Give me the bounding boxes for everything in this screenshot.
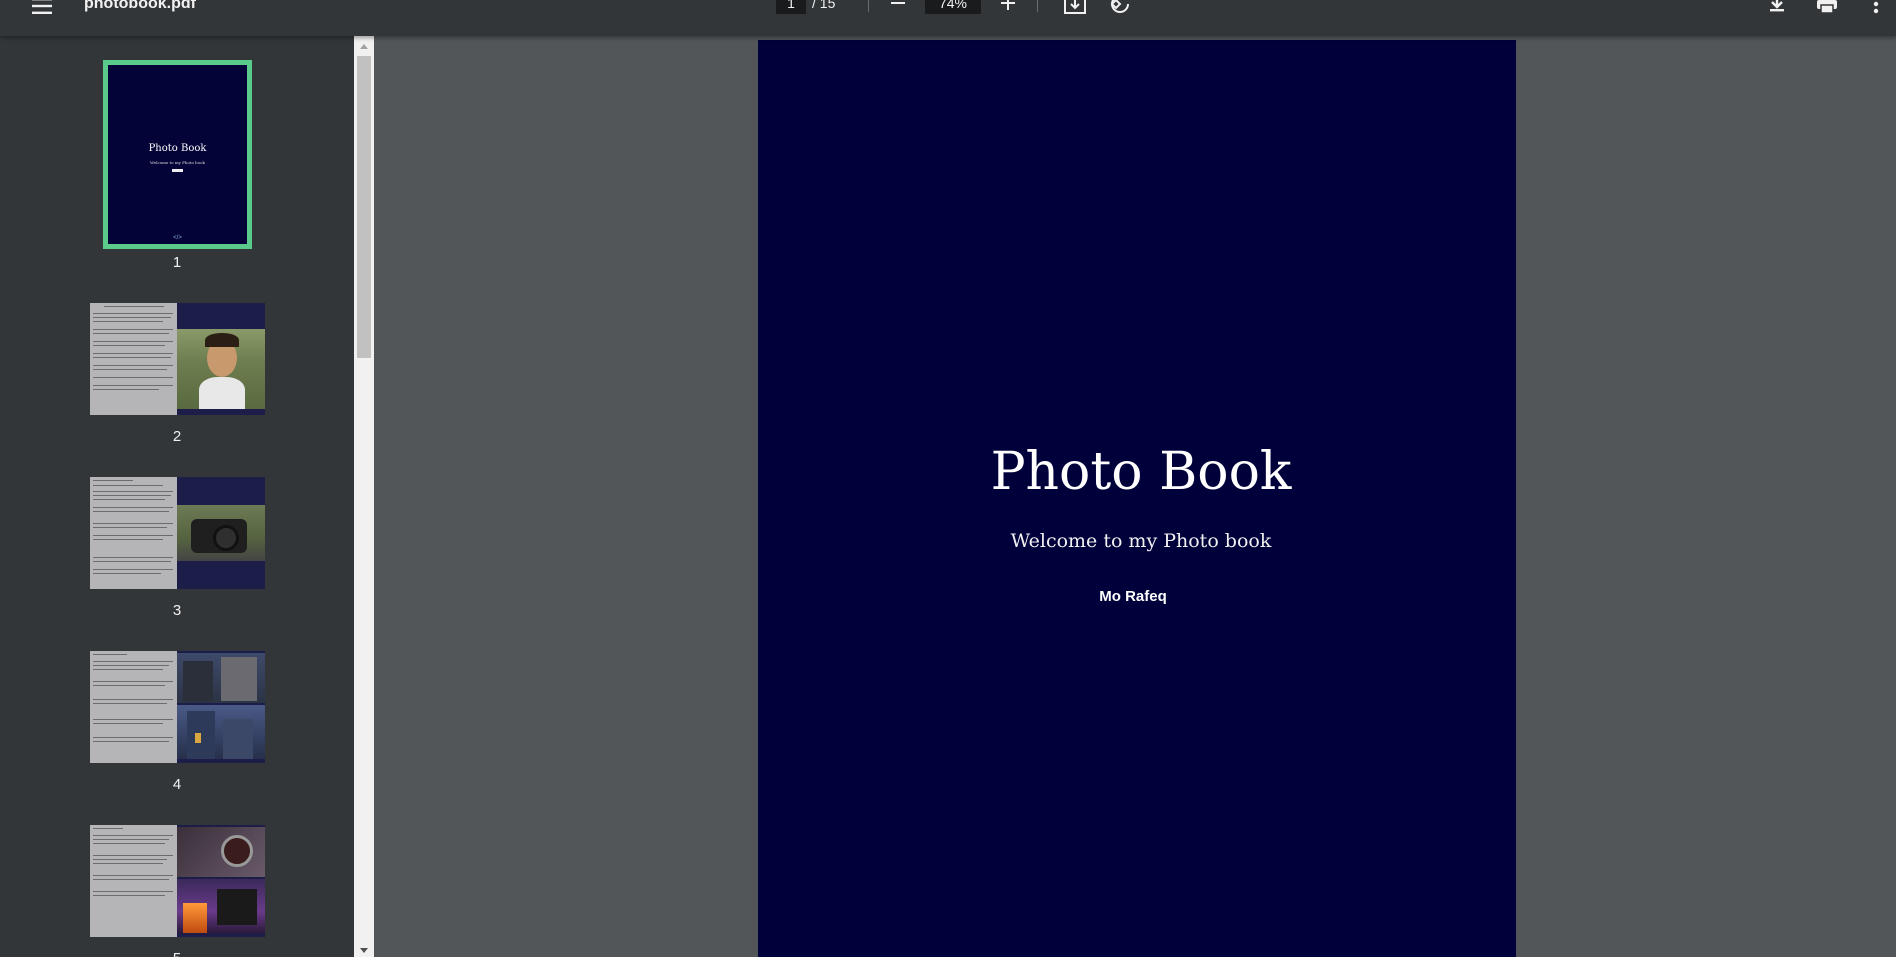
document-title: photobook.pdf (84, 0, 196, 12)
download-icon (1770, 0, 1784, 12)
menu-icon[interactable] (24, 0, 60, 18)
thumbnail-page-2[interactable] (90, 303, 265, 415)
thumbnail-text-column (90, 477, 177, 589)
download-button[interactable] (1762, 0, 1792, 16)
pdf-page-1: Photo Book Welcome to my Photo book Mo R… (758, 40, 1516, 957)
thumbnail-page-number: 2 (172, 428, 182, 445)
thumbnail-page-4[interactable] (90, 651, 265, 763)
more-vert-icon (1873, 1, 1879, 14)
scrollbar-thumb[interactable] (357, 56, 371, 358)
fit-to-page-button[interactable] (1060, 0, 1090, 16)
thumbnail-title: Photo Book (148, 143, 207, 154)
thumbnail-text-column (90, 651, 177, 763)
more-options-button[interactable] (1864, 0, 1888, 16)
thumbnail-page-number: 3 (172, 602, 182, 619)
scroll-up-arrow-icon[interactable] (354, 40, 374, 52)
thumbnail-subtitle: Welcome to my Photo book (150, 160, 205, 165)
camera-photo (177, 505, 265, 561)
zoom-in-button[interactable] (994, 0, 1022, 14)
thumbnail-sidebar: Photo Book Welcome to my Photo book </> … (0, 36, 354, 957)
thumbnail-page-number: 5 (0, 950, 354, 957)
pdf-toolbar: photobook.pdf 1 / 15 74% (0, 0, 1896, 36)
sidebar-scrollbar[interactable] (354, 36, 374, 957)
page-number-input[interactable]: 1 (776, 0, 806, 14)
thumbnail-page-number: 4 (172, 776, 182, 793)
thumbnail-page-5[interactable] (90, 825, 265, 937)
cover-title: Photo Book (990, 442, 1292, 502)
print-button[interactable] (1812, 0, 1842, 16)
rotate-button[interactable] (1106, 0, 1134, 16)
thumbnail-text-column (90, 825, 177, 937)
plus-icon (1001, 0, 1015, 10)
cover-subtitle: Welcome to my Photo book (1010, 530, 1272, 552)
scroll-down-arrow-icon[interactable] (354, 943, 374, 957)
minus-icon (891, 2, 905, 4)
print-icon (1817, 0, 1837, 14)
thumbnail-code-mark: </> (173, 235, 182, 241)
toolbar-divider (1037, 0, 1038, 12)
toolbar-divider (868, 0, 869, 12)
building-photo-bottom (177, 705, 265, 759)
thumbnail-page-1-selected[interactable]: Photo Book Welcome to my Photo book </> (103, 60, 252, 249)
rotate-icon (1110, 0, 1129, 13)
coffee-photo (177, 827, 265, 877)
page-total: / 15 (812, 0, 836, 11)
fit-page-icon (1064, 0, 1086, 14)
thumbnail-author-mark (172, 169, 183, 172)
thumbnail-page-number: 1 (172, 254, 182, 271)
portrait-photo (177, 329, 265, 409)
thumbnail-page-3[interactable] (90, 477, 265, 589)
thumbnail-text-column (90, 303, 177, 415)
light-photo (177, 879, 265, 933)
building-photo-top (177, 653, 265, 703)
zoom-out-button[interactable] (884, 0, 912, 14)
cover-author: Mo Rafeq (1099, 588, 1167, 605)
zoom-level-input[interactable]: 74% (925, 0, 981, 14)
